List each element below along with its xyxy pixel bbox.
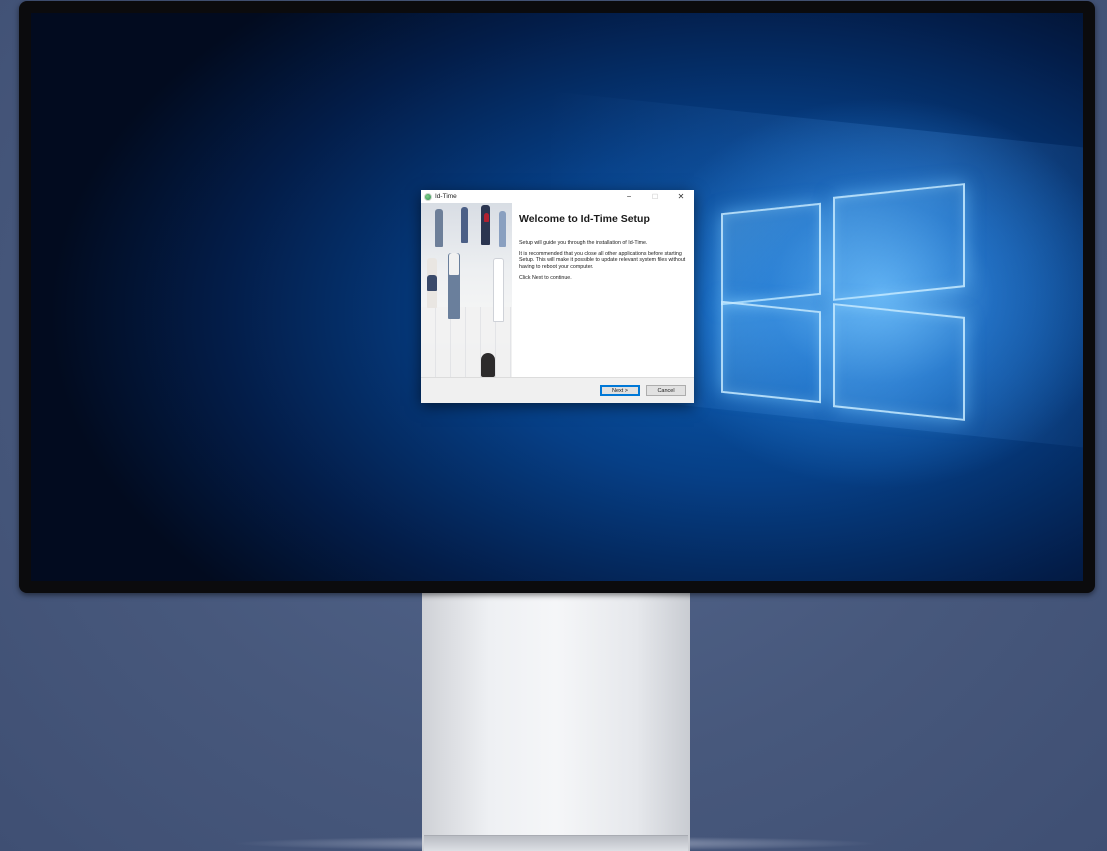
next-button[interactable]: Next > xyxy=(600,385,640,396)
image-person xyxy=(484,213,489,222)
windows-logo-pane xyxy=(833,303,965,421)
image-person xyxy=(481,205,490,245)
windows-logo-pane xyxy=(721,202,821,306)
maximize-icon: ☐ xyxy=(651,193,659,201)
wizard-footer: Next > Cancel xyxy=(421,377,694,403)
image-person xyxy=(427,275,437,291)
windows-logo-pane xyxy=(833,183,965,301)
minimize-icon: − xyxy=(626,192,632,201)
image-person xyxy=(481,353,495,377)
cancel-button[interactable]: Cancel xyxy=(646,385,686,396)
monitor-stand xyxy=(422,593,690,851)
scene-backdrop: Id-Time − ☐ ✕ Welcome to Id-Time Setup S… xyxy=(0,0,1107,851)
continue-instruction-text: Click Next to continue. xyxy=(519,274,572,281)
image-person xyxy=(493,258,504,322)
page-title: Welcome to Id-Time Setup xyxy=(519,213,650,225)
image-person xyxy=(499,211,506,247)
image-person xyxy=(449,253,459,275)
windows-logo-pane xyxy=(721,300,821,404)
monitor-stand-foot xyxy=(424,835,688,851)
intro-text: Setup will guide you through the install… xyxy=(519,240,648,246)
minimize-button[interactable]: − xyxy=(616,190,642,203)
close-button[interactable]: ✕ xyxy=(668,190,694,203)
image-person xyxy=(435,209,443,247)
app-globe-icon xyxy=(424,192,432,201)
wizard-side-image xyxy=(421,203,512,377)
window-titlebar[interactable]: Id-Time − ☐ ✕ xyxy=(421,190,694,203)
window-title: Id-Time xyxy=(435,193,457,200)
windows-logo-icon xyxy=(721,178,971,421)
setup-wizard-window: Id-Time − ☐ ✕ Welcome to Id-Time Setup S… xyxy=(421,190,694,403)
recommendation-text: It is recommended that you close all oth… xyxy=(519,251,686,270)
window-controls: − ☐ ✕ xyxy=(616,190,694,203)
wizard-content: Welcome to Id-Time Setup Setup will guid… xyxy=(519,210,689,286)
maximize-button: ☐ xyxy=(642,190,668,203)
image-person xyxy=(461,207,468,243)
close-icon: ✕ xyxy=(677,192,685,201)
